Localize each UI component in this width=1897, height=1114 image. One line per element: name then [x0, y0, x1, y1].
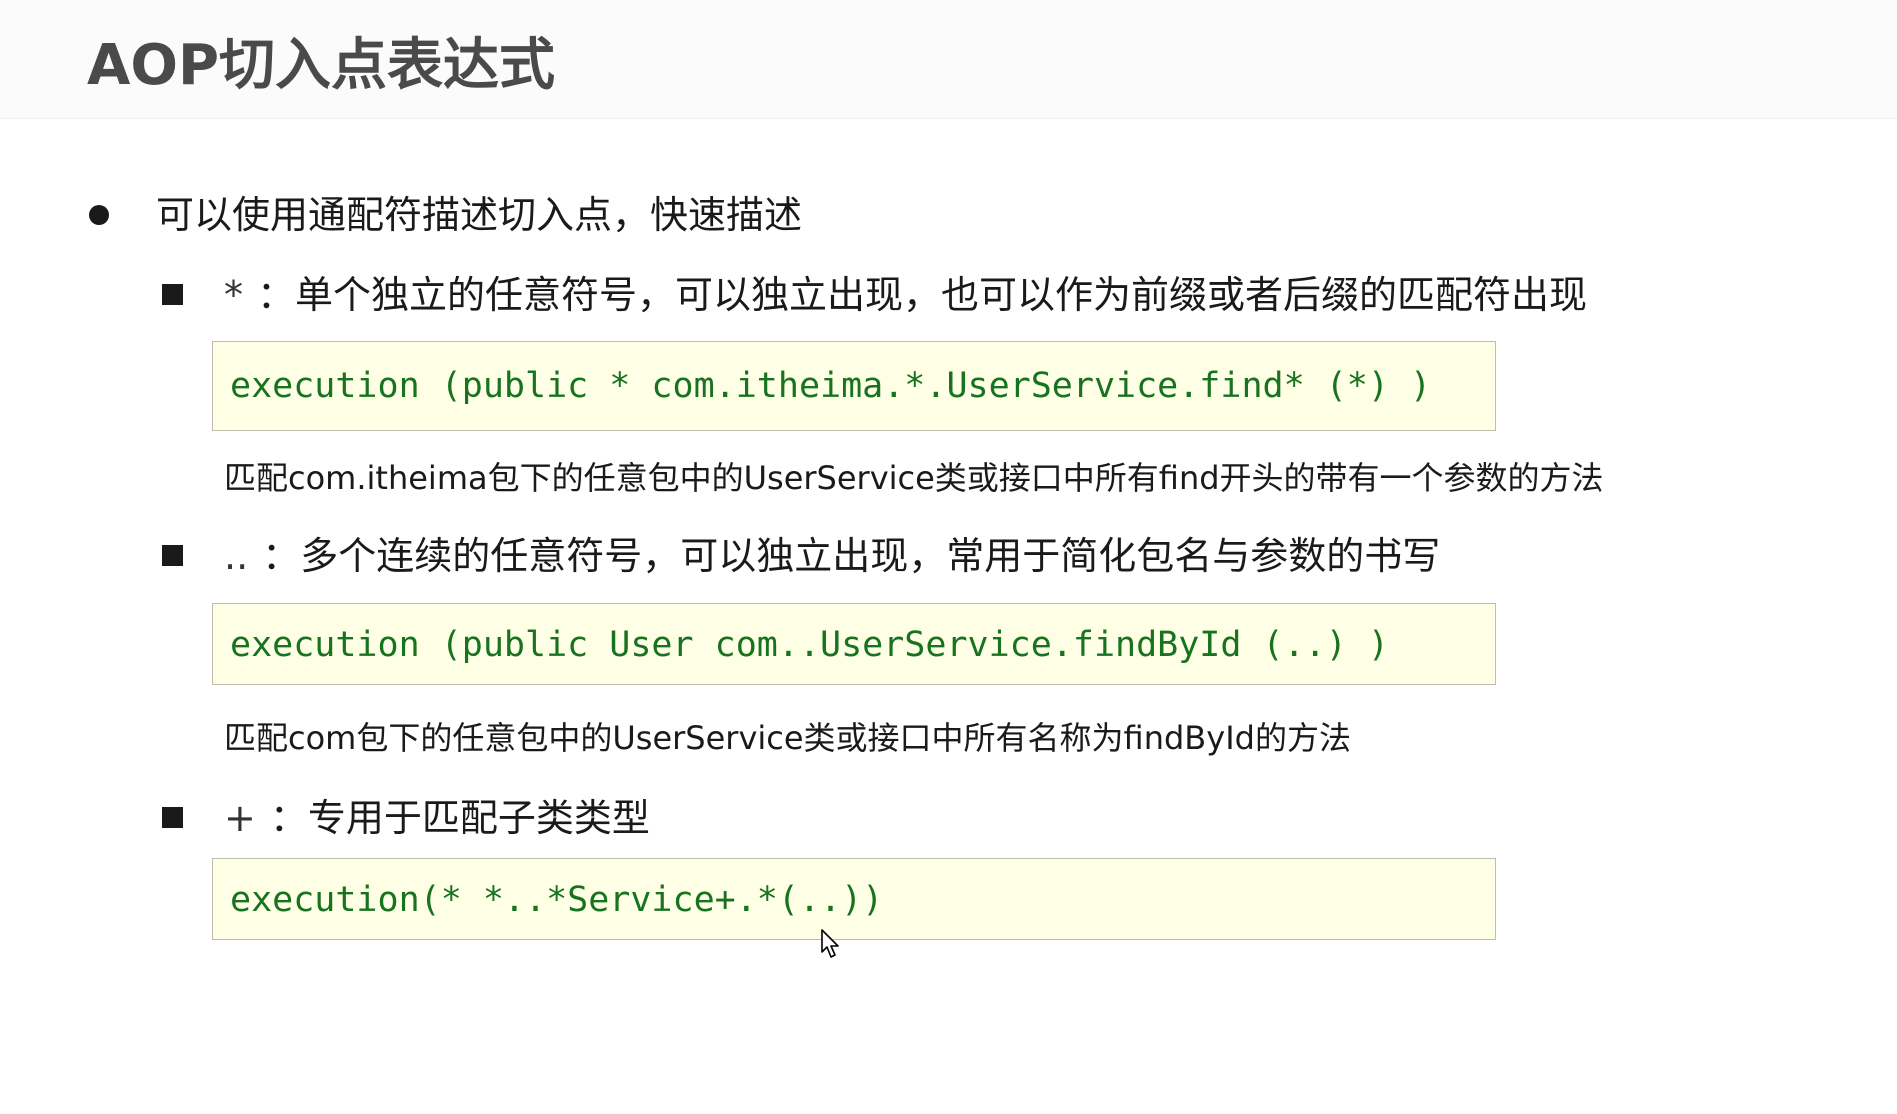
- code-example: execution (public * com.itheima.*.UserSe…: [230, 366, 1432, 406]
- code-explanation: 匹配com包下的任意包中的UserService类或接口中所有名称为findBy…: [224, 719, 1351, 757]
- bullet-square-icon: [162, 545, 183, 566]
- code-box: execution (public User com..UserService.…: [212, 603, 1496, 685]
- wildcard-description: 专用于匹配子类类型: [307, 796, 650, 840]
- bullet-square-icon: [162, 284, 183, 305]
- bullet-circle-icon: [89, 205, 109, 225]
- wildcard-dotdot-line: .. ：多个连续的任意符号，可以独立出现，常用于简化包名与参数的书写: [224, 531, 1440, 581]
- code-example: execution(* *..*Service+.*(..)): [230, 880, 884, 920]
- slide-header: AOP切入点表达式: [0, 0, 1897, 119]
- wildcard-separator: ：: [257, 273, 296, 317]
- code-box: execution (public * com.itheima.*.UserSe…: [212, 341, 1496, 431]
- intro-text: 可以使用通配符描述切入点，快速描述: [156, 193, 803, 237]
- code-box: execution(* *..*Service+.*(..)): [212, 858, 1496, 940]
- wildcard-symbol: +: [224, 796, 256, 840]
- wildcard-description: 单个独立的任意符号，可以独立出现，也可以作为前缀或者后缀的匹配符出现: [295, 273, 1588, 317]
- code-example: execution (public User com..UserService.…: [230, 625, 1389, 665]
- slide-title: AOP切入点表达式: [87, 33, 555, 98]
- wildcard-description: 多个连续的任意符号，可以独立出现，常用于简化包名与参数的书写: [300, 534, 1441, 578]
- wildcard-star-line: * ：单个独立的任意符号，可以独立出现，也可以作为前缀或者后缀的匹配符出现: [224, 270, 1587, 320]
- wildcard-separator: ：: [262, 534, 301, 578]
- wildcard-plus-line: + ：专用于匹配子类类型: [224, 793, 650, 843]
- mouse-cursor-icon: [821, 929, 839, 958]
- wildcard-symbol: *: [224, 273, 243, 317]
- bullet-square-icon: [162, 807, 183, 828]
- wildcard-symbol: ..: [224, 534, 249, 578]
- code-explanation: 匹配com.itheima包下的任意包中的UserService类或接口中所有f…: [224, 459, 1604, 497]
- wildcard-separator: ：: [269, 796, 308, 840]
